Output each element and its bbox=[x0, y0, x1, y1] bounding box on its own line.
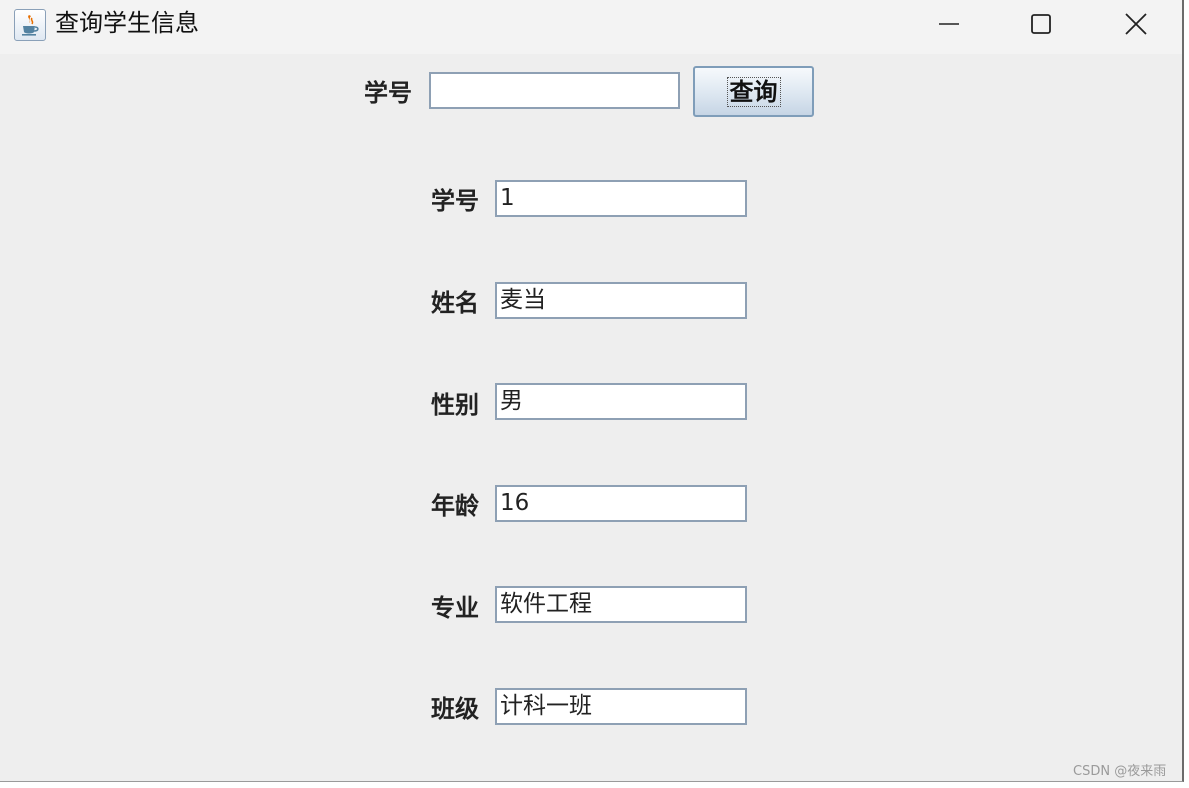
student-id-field[interactable]: 1 bbox=[495, 180, 747, 217]
age-label: 年龄 bbox=[431, 491, 479, 520]
search-id-label: 学号 bbox=[364, 78, 412, 107]
major-label: 专业 bbox=[431, 593, 479, 622]
minimize-icon bbox=[939, 23, 959, 25]
major-field[interactable]: 软件工程 bbox=[495, 586, 747, 623]
search-id-input[interactable] bbox=[429, 72, 680, 109]
gender-field[interactable]: 男 bbox=[495, 383, 747, 420]
query-button-label: 查询 bbox=[726, 76, 781, 107]
name-field[interactable]: 麦当 bbox=[495, 282, 747, 319]
student-id-label: 学号 bbox=[431, 186, 479, 215]
class-label: 班级 bbox=[431, 694, 479, 723]
java-cup-icon bbox=[14, 9, 46, 41]
name-label: 姓名 bbox=[431, 288, 479, 317]
maximize-button[interactable] bbox=[995, 0, 1087, 48]
minimize-button[interactable] bbox=[903, 0, 995, 48]
gender-label: 性别 bbox=[431, 390, 479, 419]
title-bar[interactable]: 查询学生信息 bbox=[0, 0, 1182, 54]
query-student-window: 查询学生信息 学号 查询 学号 1 姓名 麦当 性别 男 年龄 16 专业 软件… bbox=[0, 0, 1184, 782]
maximize-icon bbox=[1031, 14, 1051, 34]
csdn-watermark: CSDN @夜来雨 bbox=[1073, 764, 1167, 779]
window-title: 查询学生信息 bbox=[55, 9, 199, 37]
close-icon bbox=[1125, 13, 1147, 35]
age-field[interactable]: 16 bbox=[495, 485, 747, 522]
close-button[interactable] bbox=[1090, 0, 1182, 48]
query-button[interactable]: 查询 bbox=[693, 66, 814, 117]
class-field[interactable]: 计科一班 bbox=[495, 688, 747, 725]
